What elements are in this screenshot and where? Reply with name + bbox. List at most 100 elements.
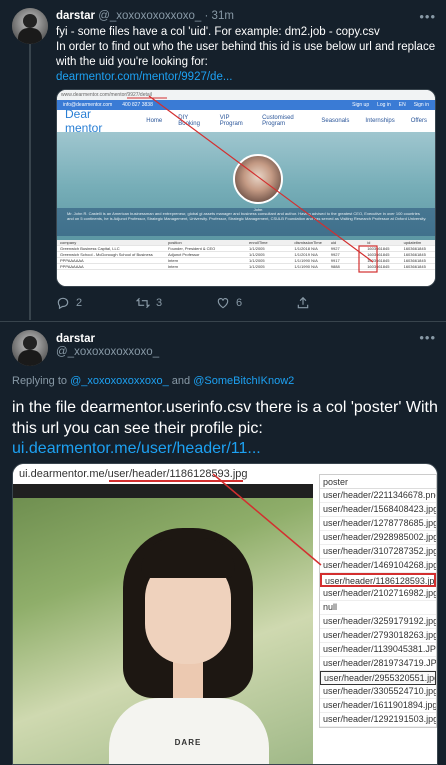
- site-logo: Dear mentor: [65, 107, 103, 135]
- mentor-portrait: [233, 154, 283, 204]
- table-cell: 1603661845: [367, 252, 390, 257]
- tweet-media-screenshot[interactable]: www.dearmentor.com/mentor/9927/detail in…: [56, 89, 436, 287]
- contact-phone: 400 827 3838: [122, 102, 153, 108]
- table-cell: 1603661845: [403, 246, 426, 251]
- url-host: ui.dearmentor.me: [19, 468, 105, 480]
- list-item: user/header/1278778685.jpg: [320, 517, 436, 531]
- like-button[interactable]: 6: [216, 296, 296, 310]
- table-cell: 1/1/2018 N/A: [294, 246, 318, 251]
- replying-label: Replying to: [12, 375, 68, 387]
- table-cell: 1/1/1990 N/A: [294, 264, 318, 269]
- tweet-text: in the file dearmentor.userinfo.csv ther…: [12, 398, 438, 460]
- table-cell: 1603661845: [367, 246, 390, 251]
- mentor-bio: Mr. John R. Castelli is an American busi…: [67, 211, 427, 221]
- site-nav: Dear mentor Home DIY Booking VIP Program…: [57, 107, 435, 135]
- tweet-divider: [0, 321, 446, 322]
- table-cell: 1/1/2005: [249, 246, 265, 251]
- handle[interactable]: @_xoxoxoxoxxoxo_: [56, 346, 159, 358]
- list-item: user/header/2211346678.png: [320, 489, 436, 503]
- table-cell: 1603661845: [367, 264, 390, 269]
- browser-url-bar: www.dearmentor.com/mentor/9927/detail: [57, 90, 435, 100]
- mention-link[interactable]: @_xoxoxoxoxxoxo_: [70, 375, 169, 387]
- table-cell: 9888: [330, 264, 340, 269]
- table-cell: 1603661845: [367, 258, 390, 263]
- list-item: user/header/2793018263.jpg: [320, 629, 436, 643]
- share-icon: [297, 296, 309, 309]
- table-cell: 1603661845: [403, 252, 426, 257]
- like-count: 6: [236, 297, 243, 309]
- list-item: user/header/1139045381.JPG: [320, 643, 436, 657]
- browser-chrome: [13, 484, 313, 498]
- list-item: user/header/1568408423.jpg: [320, 503, 436, 517]
- table-cell: Greenwich School - McDonough School of B…: [60, 252, 153, 257]
- column-header: updatetim: [403, 240, 422, 245]
- site-nav-item: DIY Booking: [178, 115, 200, 127]
- reply-icon: [57, 297, 69, 310]
- table-cell: Intern: [167, 264, 179, 269]
- list-item: user/header/1292191503.jpg: [320, 713, 436, 727]
- shirt-text: DARE: [174, 738, 202, 747]
- mention-link[interactable]: @SomeBitchIKnow2: [193, 375, 294, 387]
- site-link: Sign in: [413, 102, 429, 108]
- retweet-count: 3: [156, 297, 163, 309]
- tweet-body: in the file dearmentor.userinfo.csv ther…: [12, 399, 438, 437]
- table-cell: Founder, President & CEO: [167, 246, 216, 251]
- list-item: user/header/1469104268.jpg: [320, 559, 436, 573]
- thread-line: [29, 44, 31, 320]
- column-header: position: [167, 240, 182, 245]
- table-cell: 1603661845: [403, 264, 426, 269]
- site-nav-item: Offers: [410, 118, 427, 124]
- table-cell: 1/1/2019 N/A: [294, 252, 318, 257]
- table-cell: Intern: [167, 258, 179, 263]
- tweet-link[interactable]: ui.dearmentor.me/user/header/11...: [12, 439, 438, 460]
- table-cell: 1/1/2005: [249, 252, 265, 257]
- more-options-button[interactable]: •••: [419, 9, 436, 24]
- heart-icon: [217, 298, 229, 309]
- table-cell: Greenwich Business Capital, LLC: [60, 246, 120, 251]
- list-item: user/header/2102716982.jpg: [320, 587, 436, 601]
- retweet-icon: [136, 297, 150, 309]
- tweet-body: fyi - some files have a col 'uid'. For e…: [56, 26, 436, 68]
- list-item: user/header/2928985002.jpg: [320, 531, 436, 545]
- table-cell: PPPAAAAAA: [60, 258, 84, 263]
- tweet-media-screenshot[interactable]: ui.dearmentor.me/user/header/1186128593.…: [12, 463, 438, 765]
- avatar[interactable]: [12, 330, 48, 366]
- share-button[interactable]: [296, 296, 376, 310]
- column-header: company: [60, 240, 77, 245]
- separator: ·: [204, 10, 209, 22]
- replying-and: and: [171, 375, 191, 387]
- table-cell: 9927: [330, 246, 340, 251]
- site-link: Sign up: [352, 102, 370, 108]
- list-item: null: [320, 601, 436, 615]
- display-name[interactable]: darstar: [56, 10, 95, 22]
- poster-column: poster user/header/2211346678.png user/h…: [319, 474, 437, 728]
- tweet-link[interactable]: dearmentor.com/mentor/9927/de...: [56, 70, 436, 85]
- avatar[interactable]: [12, 8, 48, 44]
- retweet-button[interactable]: 3: [136, 296, 216, 310]
- reply-button[interactable]: 2: [56, 296, 136, 310]
- list-item: user/header/1611901894.jpg: [320, 699, 436, 713]
- timestamp[interactable]: 31m: [212, 10, 234, 22]
- display-name[interactable]: darstar: [56, 333, 95, 345]
- selected-list-item: user/header/2955320551.jpg: [320, 671, 436, 685]
- tweet-text: fyi - some files have a col 'uid'. For e…: [56, 25, 436, 85]
- table-cell: Adjunct Professor: [167, 252, 200, 257]
- list-item: user/header/3259179192.jpg: [320, 615, 436, 629]
- mentor-name: John: [253, 207, 263, 212]
- tweet-actions: 2 3 6: [56, 296, 376, 310]
- more-options-button[interactable]: •••: [419, 330, 436, 345]
- reply-count: 2: [76, 297, 83, 309]
- handle[interactable]: @_xoxoxoxoxxoxo_: [98, 10, 201, 22]
- site-link: EN: [398, 102, 406, 108]
- column-header: id: [367, 240, 371, 245]
- table-cell: 9927: [330, 252, 340, 257]
- list-item: user/header/3107287352.jpg: [320, 545, 436, 559]
- table-cell: 1/1/1990 N/A: [294, 258, 318, 263]
- profile-photo: DARE: [13, 498, 313, 764]
- browser-url-bar: ui.dearmentor.me/user/header/1186128593.…: [13, 464, 313, 484]
- table-cell: 9917: [330, 258, 340, 263]
- list-item: user/header/2819734719.JPG: [320, 657, 436, 671]
- tweet-1[interactable]: darstar @_xoxoxoxoxxoxo_ · 31m ••• fyi -…: [0, 0, 446, 322]
- site-nav-item: Seasonals: [321, 118, 350, 124]
- replying-to: Replying to @_xoxoxoxoxxoxo_ and @SomeBi…: [12, 375, 294, 387]
